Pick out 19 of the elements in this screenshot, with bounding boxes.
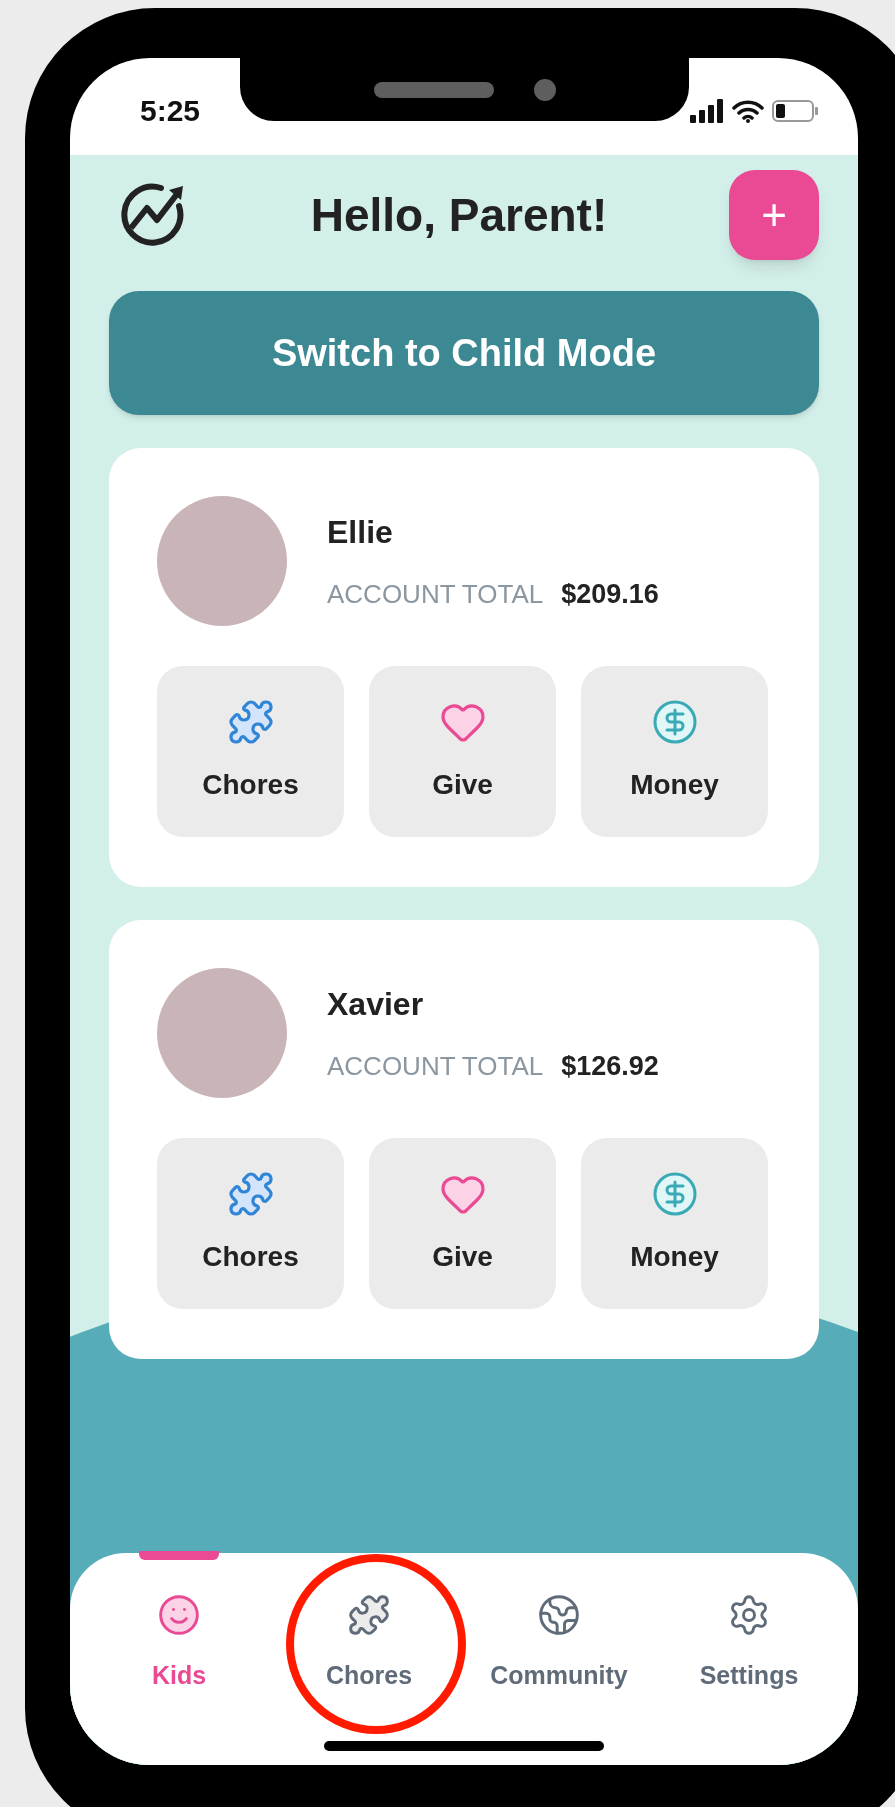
account-total-label: ACCOUNT TOTAL bbox=[327, 577, 544, 611]
account-total-amount: $126.92 bbox=[561, 1049, 659, 1083]
action-tile[interactable]: Chores bbox=[157, 666, 344, 837]
status-time: 5:25 bbox=[140, 93, 201, 129]
switch-mode-button[interactable]: Switch to Child Mode bbox=[109, 291, 819, 415]
nav-tab[interactable]: Settings bbox=[664, 1593, 834, 1695]
account-total-amount: $209.16 bbox=[561, 577, 659, 611]
nav-tab[interactable]: Community bbox=[474, 1593, 644, 1695]
action-tile[interactable]: Give bbox=[369, 1138, 556, 1309]
action-tile[interactable]: Money bbox=[581, 666, 768, 837]
nav-tab[interactable]: Kids bbox=[94, 1593, 264, 1695]
account-total-label: ACCOUNT TOTAL bbox=[327, 1049, 544, 1083]
add-button[interactable]: + bbox=[729, 170, 819, 260]
greeting-title: Hello, Parent! bbox=[310, 187, 608, 243]
action-tile[interactable]: Give bbox=[369, 666, 556, 837]
action-tile[interactable]: Chores bbox=[157, 1138, 344, 1309]
action-tile[interactable]: Money bbox=[581, 1138, 768, 1309]
child-name: Ellie bbox=[327, 512, 394, 552]
child-name: Xavier bbox=[327, 984, 425, 1024]
